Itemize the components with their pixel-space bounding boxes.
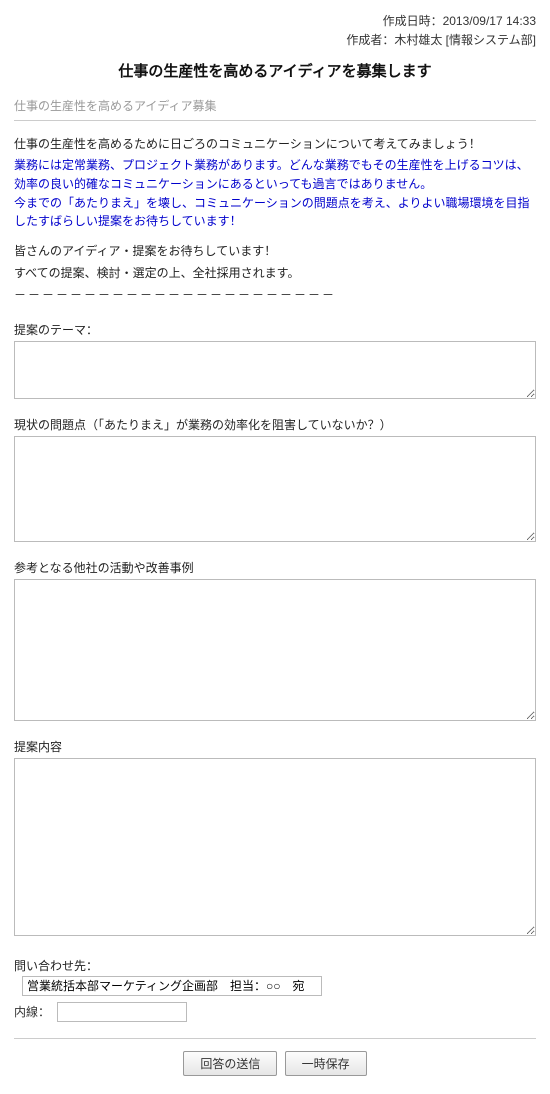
dash-separator: －－－－－－－－－－－－－－－－－－－－－－－ xyxy=(14,286,536,303)
action-bar: 回答の送信 一時保存 xyxy=(14,1051,536,1076)
subtitle: 仕事の生産性を高めるアイディア募集 xyxy=(14,97,536,114)
save-button[interactable]: 一時保存 xyxy=(285,1051,367,1076)
contact-input[interactable] xyxy=(22,976,322,996)
proposal-textarea[interactable] xyxy=(14,758,536,936)
page-title: 仕事の生産性を高めるアイディアを募集します xyxy=(14,60,536,81)
divider-top xyxy=(14,120,536,121)
lead-text: 仕事の生産性を高めるために日ごろのコミュニケーションについて考えてみましょう！ xyxy=(14,135,536,152)
body-line-1: 皆さんのアイディア・提案をお待ちしています！ xyxy=(14,241,536,261)
submit-button[interactable]: 回答の送信 xyxy=(183,1051,277,1076)
intro-blue-block: 業務には定常業務、プロジェクト業務があります。どんな業務でもその生産性を上げるコ… xyxy=(14,156,536,230)
theme-textarea[interactable] xyxy=(14,341,536,399)
meta-block: 作成日時：2013/09/17 14:33 作成者：木村雄太 [情報システム部] xyxy=(14,12,536,50)
divider-bottom xyxy=(14,1038,536,1039)
body-line-2: すべての提案、検討・選定の上、全社採用されます。 xyxy=(14,263,536,283)
proposal-label: 提案内容 xyxy=(14,738,536,755)
creator-value: 木村雄太 [情報システム部] xyxy=(394,33,536,47)
creator-label: 作成者： xyxy=(346,33,394,47)
intro-blue-2: 今までの「あたりまえ」を壊し、コミュニケーションの問題点を考え、よりよい職場環境… xyxy=(14,196,530,229)
intro-blue-1: 業務には定常業務、プロジェクト業務があります。どんな業務でもその生産性を上げるコ… xyxy=(14,158,529,191)
problem-label: 現状の問題点（「あたりまえ」が業務の効率化を阻害していないか？） xyxy=(14,416,536,433)
created-at-value: 2013/09/17 14:33 xyxy=(443,14,536,28)
reference-label: 参考となる他社の活動や改善事例 xyxy=(14,559,536,576)
theme-label: 提案のテーマ： xyxy=(14,321,536,338)
problem-textarea[interactable] xyxy=(14,436,536,542)
contact-label: 問い合わせ先： xyxy=(14,957,536,974)
extension-input[interactable] xyxy=(57,1002,187,1022)
created-at-label: 作成日時： xyxy=(383,14,443,28)
extension-label: 内線： xyxy=(14,1005,50,1019)
reference-textarea[interactable] xyxy=(14,579,536,721)
